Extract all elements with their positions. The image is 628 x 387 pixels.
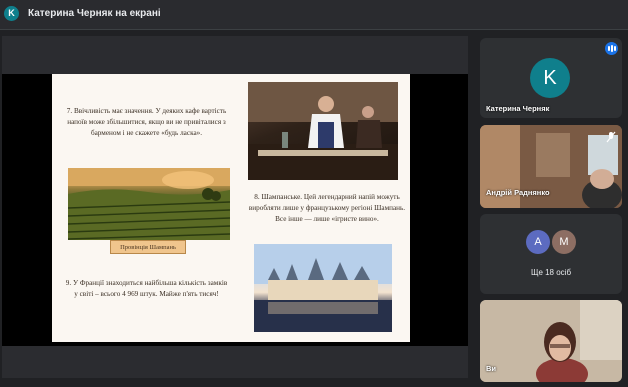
participant-name: Катерина Черняк [486, 104, 550, 113]
presentation-bar: K Катерина Черняк на екрані [0, 0, 628, 30]
slide-text-9: 9. У Франції знаходиться найбільша кільк… [65, 279, 228, 298]
participant-name: Андрій Раднянко [486, 188, 550, 197]
image-caption: Провінція Шампань [110, 240, 186, 254]
camera-video [480, 300, 622, 382]
participant-tile-andrii[interactable]: Андрій Раднянко [480, 125, 622, 208]
audio-level-icon [605, 42, 618, 55]
presenter-avatar: K [4, 6, 19, 21]
presentation-slide: 7. Ввічливість має значення. У деяких ка… [52, 74, 410, 342]
participant-avatar: M [552, 230, 576, 254]
self-view-tile[interactable]: Ви [480, 300, 622, 382]
more-participants-label: Ще 18 осіб [530, 268, 572, 277]
participant-name: Ви [486, 364, 497, 373]
castle-image [254, 244, 392, 332]
muted-mic-icon [606, 131, 616, 143]
more-participants-tile[interactable]: A M Ще 18 осіб [480, 214, 622, 294]
slide-text-8: 8. Шампанське. Цей легендарний напій мож… [248, 193, 406, 223]
participant-avatar: A [526, 230, 550, 254]
participant-avatar: K [530, 58, 570, 98]
vineyard-image [68, 168, 230, 240]
bartender-image [248, 82, 398, 180]
slide-text-7: 7. Ввічливість має значення. У деяких ка… [66, 107, 227, 137]
participant-tile-presenter[interactable]: K Катерина Черняк [480, 38, 622, 118]
presentation-title: Катерина Черняк на екрані [28, 8, 161, 19]
